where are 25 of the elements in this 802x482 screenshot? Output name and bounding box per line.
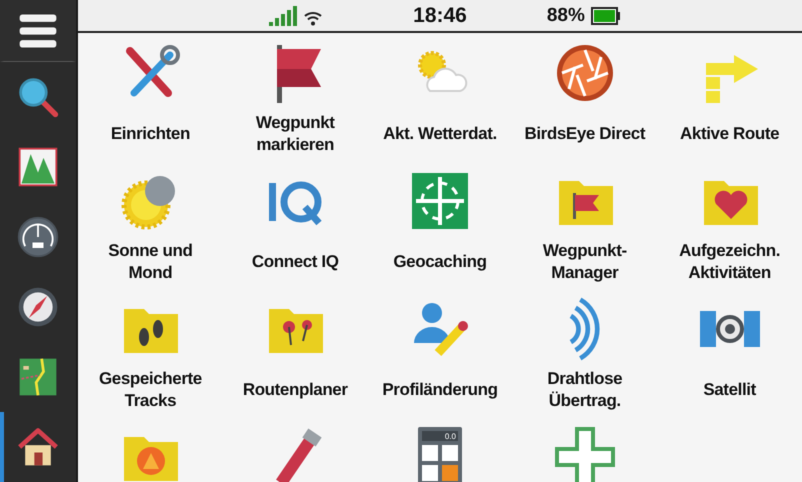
app-tile[interactable]: Aufgezeichn. Aktivitäten: [657, 161, 802, 289]
app-tile[interactable]: Aktive Route: [657, 33, 802, 161]
app-tile[interactable]: Geocaching: [368, 161, 512, 289]
app-tile[interactable]: Wegpunkt- Manager: [512, 161, 658, 289]
wifi-icon: [303, 10, 324, 26]
search-icon: [16, 75, 60, 119]
app-tile[interactable]: 0.0: [368, 417, 512, 482]
app-tile[interactable]: Wegpunkt markieren: [222, 33, 368, 161]
app-tile[interactable]: Satellit: [657, 289, 802, 417]
compass-icon: [16, 285, 60, 329]
app-tile[interactable]: Gespeicherte Tracks: [78, 289, 223, 417]
gauge-icon: [16, 215, 60, 259]
signal-icon: [269, 6, 298, 26]
app-tile[interactable]: Routenplaner: [222, 289, 368, 417]
app-tile[interactable]: Akt. Wetterdat.: [368, 33, 512, 161]
clock-time: 18:46: [413, 4, 467, 28]
app-tile[interactable]: Sonne und Mond: [78, 161, 223, 289]
mountain-chart-icon: [16, 145, 60, 189]
battery-icon: [590, 6, 621, 24]
app-tile[interactable]: Profiländerung: [368, 289, 512, 417]
battery-percent: 88%: [546, 4, 585, 26]
app-tile[interactable]: BirdsEye Direct: [512, 33, 658, 161]
app-tile[interactable]: Connect IQ: [222, 161, 368, 289]
app-tile[interactable]: Drahtlose Übertrag.: [512, 289, 658, 417]
app-tile[interactable]: Einrichten: [78, 33, 223, 161]
